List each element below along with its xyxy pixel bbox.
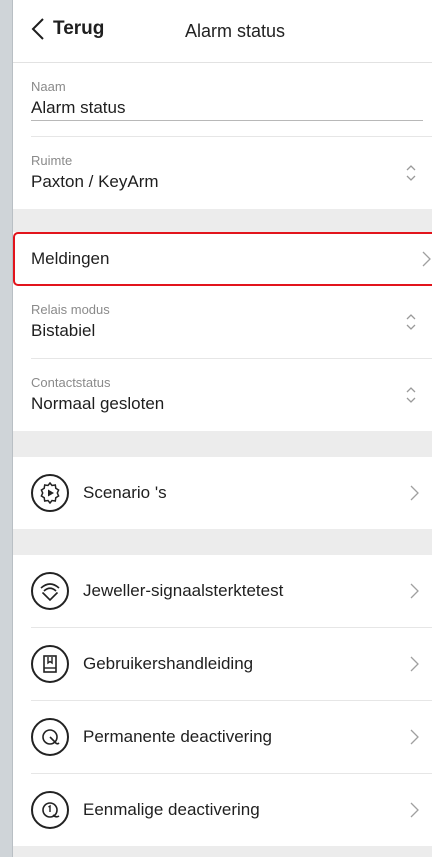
chevron-right-icon [410, 656, 419, 672]
permanent-deactivation-icon [31, 718, 69, 756]
section-separator [13, 431, 432, 457]
scenario-icon [31, 474, 69, 512]
header: Terug Alarm status [13, 0, 432, 63]
single-deactivation-label: Eenmalige deactivering [83, 800, 260, 819]
name-field[interactable]: Naam Alarm status [13, 63, 432, 136]
signal-test-label: Jeweller-signaalsterktetest [83, 581, 284, 600]
signal-test-row[interactable]: Jeweller-signaalsterktetest [13, 555, 432, 627]
up-down-chevron-icon [406, 314, 416, 330]
manual-icon [31, 645, 69, 683]
permanent-deactivation-label: Permanente deactivering [83, 727, 273, 746]
manual-label: Gebruikershandleiding [83, 654, 254, 673]
page-title: Alarm status [184, 21, 286, 41]
scenarios-label: Scenario 's [83, 483, 167, 502]
relay-mode-label: Relais modus [31, 302, 110, 317]
contact-status-select[interactable]: Contactstatus Normaal gesloten [13, 359, 432, 431]
chevron-right-icon [410, 802, 419, 818]
up-down-chevron-icon [406, 387, 416, 403]
room-value: Paxton / KeyArm [31, 172, 159, 191]
input-underline [31, 120, 423, 121]
notifications-label: Meldingen [31, 249, 110, 268]
single-deactivation-row[interactable]: Eenmalige deactivering [13, 774, 432, 846]
section-separator [13, 846, 432, 857]
room-select[interactable]: Ruimte Paxton / KeyArm [13, 137, 432, 209]
signal-icon [31, 572, 69, 610]
app-screen: Terug Alarm status Naam Alarm status Rui… [12, 0, 432, 857]
up-down-chevron-icon [406, 165, 416, 181]
chevron-right-icon [422, 251, 431, 267]
contact-status-label: Contactstatus [31, 375, 111, 390]
name-input[interactable]: Alarm status [31, 98, 415, 118]
chevron-right-icon [410, 485, 419, 501]
section-separator [13, 209, 432, 232]
relay-mode-value: Bistabiel [31, 321, 96, 340]
relay-mode-select[interactable]: Relais modus Bistabiel [13, 286, 432, 358]
room-label: Ruimte [31, 153, 73, 168]
chevron-right-icon [410, 583, 419, 599]
contact-status-value: Normaal gesloten [31, 394, 165, 413]
section-separator [13, 529, 432, 555]
single-deactivation-icon [31, 791, 69, 829]
manual-row[interactable]: Gebruikershandleiding [13, 628, 432, 700]
name-label: Naam [31, 79, 66, 94]
notifications-row[interactable]: Meldingen [13, 232, 432, 286]
permanent-deactivation-row[interactable]: Permanente deactivering [13, 701, 432, 773]
chevron-right-icon [410, 729, 419, 745]
scenarios-row[interactable]: Scenario 's [13, 457, 432, 529]
